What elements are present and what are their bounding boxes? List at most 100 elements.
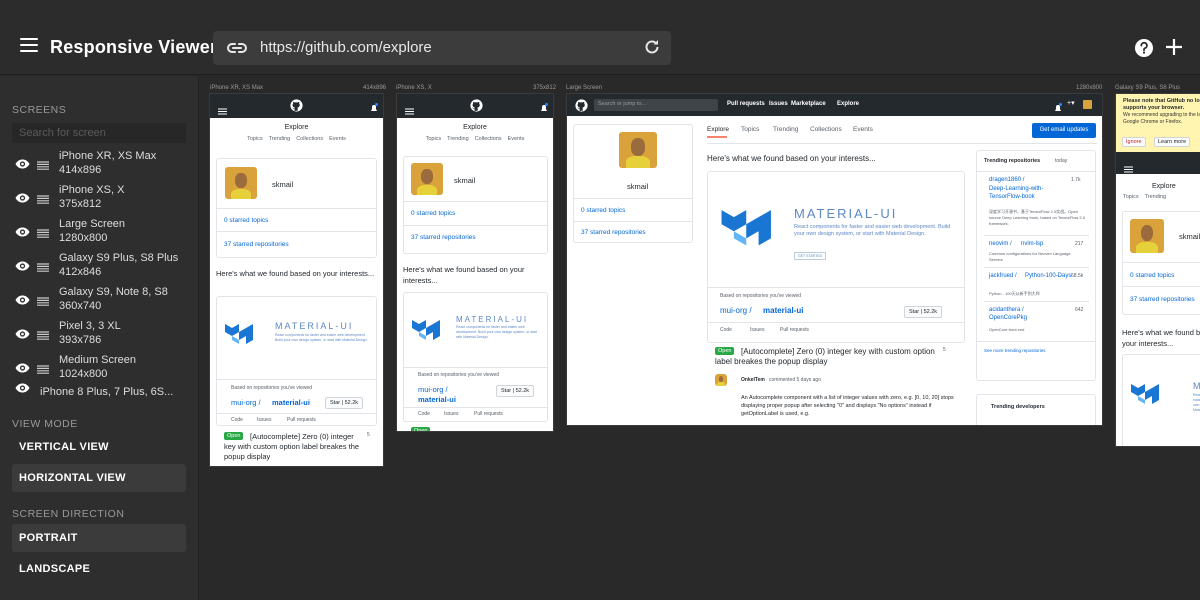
eye-icon[interactable] <box>15 190 30 208</box>
menu-icon[interactable] <box>20 38 38 52</box>
code-tab[interactable]: Code <box>418 411 430 417</box>
starred-repos-link[interactable]: 37 starred repositories <box>224 241 289 248</box>
drag-handle-icon[interactable] <box>37 327 49 345</box>
eye-icon[interactable] <box>15 258 30 276</box>
url-text[interactable]: https://github.com/explore <box>260 39 432 56</box>
tab-collections[interactable]: Collections <box>810 126 842 133</box>
star-button[interactable]: Star | 52.2k <box>904 306 943 318</box>
screen-item[interactable]: Pixel 3, 3 XL 393x786 <box>0 316 198 350</box>
pull-requests-tab[interactable]: Pull requests <box>287 417 316 423</box>
github-logo-icon[interactable] <box>470 99 483 117</box>
issue-title[interactable]: [Autocomplete] Zero (0) integer key with… <box>715 347 935 367</box>
commenter-name[interactable]: OnkelTem <box>741 377 765 383</box>
github-logo-icon[interactable] <box>290 99 303 117</box>
username[interactable]: skmail <box>272 180 293 189</box>
trending-owner[interactable]: neovim / <box>989 241 1012 247</box>
eye-icon[interactable] <box>15 224 30 242</box>
nav-pull-requests[interactable]: Pull requests <box>727 101 765 107</box>
trending-owner[interactable]: dragen1860 / <box>989 177 1024 183</box>
see-more-trending-link[interactable]: See more trending repositories <box>984 348 1046 353</box>
github-logo-icon[interactable] <box>575 99 588 117</box>
tab-trending[interactable]: Trending <box>1145 194 1167 200</box>
eye-icon[interactable] <box>15 360 30 378</box>
drag-handle-icon[interactable] <box>37 361 49 379</box>
starred-repos-link[interactable]: 37 starred repositories <box>581 229 646 236</box>
help-icon[interactable] <box>1134 38 1154 63</box>
tab-trending[interactable]: Trending <box>269 136 291 142</box>
create-new-icon[interactable]: +▾ <box>1067 99 1075 107</box>
notification-icon[interactable] <box>540 100 548 118</box>
issues-tab[interactable]: Issues <box>750 327 764 333</box>
drag-handle-icon[interactable] <box>37 225 49 243</box>
repo-owner-link[interactable]: mui-org / <box>231 398 261 407</box>
tab-topics[interactable]: Topics <box>247 136 263 142</box>
eye-icon[interactable] <box>15 326 30 344</box>
code-tab[interactable]: Code <box>720 327 732 333</box>
star-button[interactable]: Star | 52.2k <box>325 397 364 409</box>
drag-handle-icon[interactable] <box>37 293 49 311</box>
learn-more-button[interactable]: Learn more <box>1154 137 1191 147</box>
trending-owner[interactable]: jackfrued / <box>989 273 1017 279</box>
trending-name[interactable]: nvim-lsp <box>1021 241 1043 247</box>
trending-owner[interactable]: acidanthera / <box>989 307 1024 313</box>
eye-icon[interactable] <box>15 380 30 398</box>
add-screen-icon[interactable] <box>1165 38 1183 61</box>
repo-name-link[interactable]: material-ui <box>272 398 310 407</box>
screen-item[interactable]: iPhone XR, XS Max 414x896 <box>0 146 198 180</box>
ignore-button[interactable]: Ignore <box>1122 137 1146 147</box>
tab-topics[interactable]: Topics <box>741 126 759 133</box>
trending-name[interactable]: Deep-Learning-with-TensorFlow-book <box>989 185 1067 201</box>
device-frame-large-screen[interactable]: Search or jump to... Pull requests Issue… <box>566 93 1103 426</box>
username[interactable]: skmail <box>627 182 648 191</box>
gh-search-input[interactable]: Search or jump to... <box>594 99 718 111</box>
repo-owner-link[interactable]: mui-org / <box>720 306 752 315</box>
screen-item[interactable]: iPhone XS, X 375x812 <box>0 180 198 214</box>
landscape-option[interactable]: LANDSCAPE <box>12 555 186 583</box>
screen-item[interactable]: Galaxy S9, Note 8, S8 360x740 <box>0 282 198 316</box>
pull-requests-tab[interactable]: Pull requests <box>474 411 503 417</box>
tab-events[interactable]: Events <box>329 136 346 142</box>
tab-explore[interactable]: Explore <box>707 126 729 133</box>
pull-requests-tab[interactable]: Pull requests <box>780 327 809 333</box>
starred-repos-link[interactable]: 37 starred repositories <box>1130 296 1195 303</box>
nav-marketplace[interactable]: Marketplace <box>791 101 826 107</box>
vertical-view-option[interactable]: VERTICAL VIEW <box>12 433 186 461</box>
tab-trending[interactable]: Trending <box>773 126 798 133</box>
screen-item[interactable]: Galaxy S9 Plus, S8 Plus 412x846 <box>0 248 198 282</box>
nav-issues[interactable]: Issues <box>769 101 788 107</box>
device-frame-iphone-xr[interactable]: Explore Topics Trending Collections Events … <box>209 93 384 467</box>
star-button[interactable]: Star | 52.2k <box>496 385 535 397</box>
drag-handle-icon[interactable] <box>37 191 49 209</box>
starred-repos-link[interactable]: 37 starred repositories <box>411 234 476 241</box>
tab-collections[interactable]: Collections <box>475 136 502 142</box>
starred-topics-link[interactable]: 0 starred topics <box>411 210 455 217</box>
code-tab[interactable]: Code <box>231 417 243 423</box>
device-frame-galaxy-s9-plus[interactable]: Please note that GitHub no longer suppor… <box>1115 93 1200 447</box>
issues-tab[interactable]: Issues <box>444 411 458 417</box>
tab-trending[interactable]: Trending <box>447 136 469 142</box>
username[interactable]: skmail <box>454 176 475 185</box>
nav-explore[interactable]: Explore <box>837 101 859 107</box>
issue-title[interactable]: [Autocomplete] Zero (0) integer key with… <box>224 432 364 462</box>
screen-item[interactable]: Large Screen 1280x800 <box>0 214 198 248</box>
get-email-updates-button[interactable]: Get email updates <box>1032 123 1096 138</box>
portrait-option[interactable]: PORTRAIT <box>12 524 186 552</box>
tab-events[interactable]: Events <box>853 126 873 133</box>
drag-handle-icon[interactable] <box>37 259 49 277</box>
hamburger-icon[interactable] <box>1124 160 1133 178</box>
hamburger-icon[interactable] <box>218 102 227 120</box>
tab-topics[interactable]: Topics <box>1123 194 1139 200</box>
user-avatar-icon[interactable] <box>1083 100 1092 109</box>
device-frame-iphone-xs[interactable]: Explore Topics Trending Collections Events … <box>396 93 554 432</box>
url-bar[interactable]: https://github.com/explore <box>213 31 671 65</box>
eye-icon[interactable] <box>15 156 30 174</box>
starred-topics-link[interactable]: 0 starred topics <box>1130 272 1174 279</box>
repo-owner-link[interactable]: mui-org / <box>418 385 448 394</box>
issues-tab[interactable]: Issues <box>257 417 271 423</box>
screen-item[interactable]: iPhone 8 Plus, 7 Plus, 6S... <box>0 383 198 400</box>
reload-icon[interactable] <box>643 38 661 61</box>
tab-events[interactable]: Events <box>508 136 525 142</box>
trending-name[interactable]: Python-100-Days <box>1025 273 1071 279</box>
screen-item[interactable]: Medium Screen 1024x800 <box>0 350 198 384</box>
trending-name[interactable]: OpenCorePkg <box>989 315 1027 321</box>
